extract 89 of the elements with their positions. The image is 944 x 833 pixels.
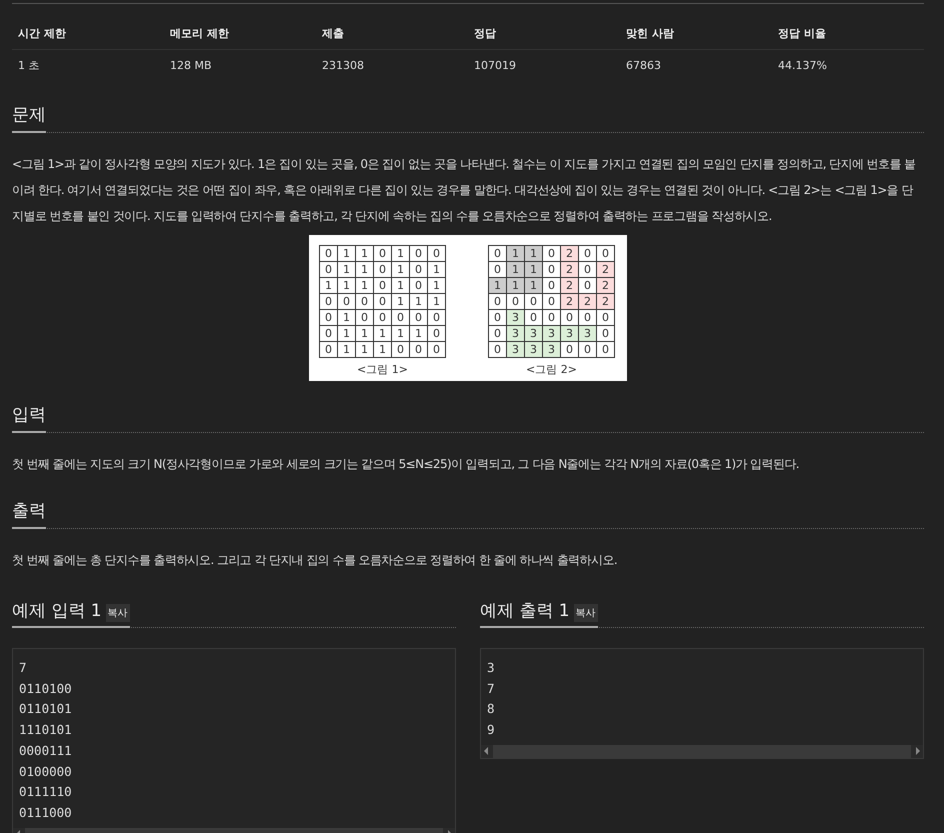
grid-cell: 0: [428, 246, 446, 262]
grid-cell: 0: [488, 294, 506, 310]
copy-button[interactable]: 복사: [574, 604, 598, 622]
grid-cell: 0: [338, 294, 356, 310]
grid-cell: 0: [320, 342, 338, 358]
grid-cell: 0: [410, 310, 428, 326]
grid-cell: 0: [392, 310, 410, 326]
grid-cell: 0: [392, 342, 410, 358]
table-cell: 107019: [468, 50, 620, 81]
code-text: 7 0110100 0110101 1110101 0000111 0100000 0111110 0111000: [18, 659, 73, 822]
column-header: 맞힌 사람: [620, 18, 772, 50]
code-text: 3 7 8 9: [486, 659, 496, 740]
grid-cell: 0: [320, 310, 338, 326]
copy-button[interactable]: 복사: [106, 604, 130, 622]
grid-cell: 1: [356, 326, 374, 342]
sample-heading: 예제 출력 1: [480, 600, 570, 622]
table-cell: 128 MB: [164, 50, 316, 81]
grid-cell: 1: [428, 278, 446, 294]
grid-cell: 1: [338, 246, 356, 262]
grid-cell: 1: [488, 278, 506, 294]
section-heading: 입력: [12, 397, 46, 433]
column-header: 정답 비율: [772, 18, 924, 50]
grid-cell: 1: [392, 246, 410, 262]
grid-cell: 0: [374, 262, 392, 278]
grid-cell: 0: [524, 294, 542, 310]
grid-cell: 0: [560, 342, 578, 358]
grid-cell: 1: [356, 262, 374, 278]
grid-cell: 1: [506, 246, 524, 262]
column-header: 메모리 제한: [164, 18, 316, 50]
grid-cell: 1: [428, 262, 446, 278]
grid-cell: 0: [488, 246, 506, 262]
grid-cell: 1: [356, 246, 374, 262]
grid-cell: 1: [392, 326, 410, 342]
grid-cell: 0: [428, 326, 446, 342]
table-cell: 1 초: [12, 50, 164, 81]
grid-cell: 1: [392, 278, 410, 294]
grid-cell: 0: [410, 278, 428, 294]
grid-cell: 0: [320, 326, 338, 342]
section-text: 첫 번째 줄에는 총 단지수를 출력하시오. 그리고 각 단지내 집의 수를 오름차순으로 정렬하여 한 줄에 하나씩 출력하시오.: [12, 552, 618, 569]
grid-cell: 1: [356, 342, 374, 358]
grid-cell: 0: [410, 342, 428, 358]
scrollbar[interactable]: [481, 744, 923, 758]
grid-cell: 0: [374, 310, 392, 326]
figure-caption: <그림 1>: [357, 362, 408, 377]
section-heading: 출력: [12, 493, 46, 529]
grid-cell: 0: [320, 262, 338, 278]
grid-cell: 0: [596, 326, 614, 342]
grid-cell: 1: [374, 326, 392, 342]
grid-cell: 1: [392, 262, 410, 278]
grid-cell: 0: [356, 294, 374, 310]
grid-cell: 1: [356, 278, 374, 294]
column-header: 정답: [468, 18, 620, 50]
grid-cell: 0: [356, 310, 374, 326]
table-cell: 67863: [620, 50, 772, 81]
grid-cell: 0: [374, 246, 392, 262]
table-cell: 44.137%: [772, 50, 924, 81]
figure-caption: <그림 2>: [526, 362, 577, 377]
grid-cell: 1: [338, 326, 356, 342]
section-text: 첫 번째 줄에는 지도의 크기 N(정사각형이므로 가로와 세로의 크기는 같으며 5≤N≤25)이 입력되고, 그 다음 N줄에는 각각 N개의 자료(0혹은 1)가 입력된다.: [12, 456, 800, 473]
section-heading: 문제: [12, 97, 46, 133]
grid-cell: 1: [338, 342, 356, 358]
grid-cell: 0: [320, 294, 338, 310]
grid-cell: 0: [410, 246, 428, 262]
grid-cell: 0: [410, 262, 428, 278]
table-cell: 231308: [316, 50, 468, 81]
grid-cell: 1: [338, 278, 356, 294]
grid-cell: 1: [410, 326, 428, 342]
grid-cell: 0: [596, 310, 614, 326]
grid-cell: 1: [428, 294, 446, 310]
grid-cell: 2: [560, 246, 578, 262]
grid-cell: 0: [428, 310, 446, 326]
problem-text: <그림 1>과 같이 정사각형 모양의 지도가 있다. 1은 집이 있는 곳을, 0은 집이 없는 곳을 나타낸다. 철수는 이 지도를 가지고 연결된 집의 모임인 단지를 정의하고, 단지에 번호를 붙이려 한다. 여기서 연결되었다는 것은 어떤 집이 좌우, 혹은 아래위로 다른 집이 있는 경우를 말한다. 대각선상에 집이 있는 경우는 연결된 것이 아니다. <그림 2>는 <그림 1>을 단지별로 번호를 붙인 것이다. 지도를 입력하여 단지수를 출력하고, 각 단지에 속하는 집의 수를 오름차순으로 정렬하여 출력하는 프로그램을 작성하시오.: [12, 156, 916, 225]
grid-cell: 0: [374, 294, 392, 310]
column-header: 제출: [316, 18, 468, 50]
grid-cell: 1: [392, 294, 410, 310]
grid-cell: 1: [374, 342, 392, 358]
grid-cell: 0: [320, 246, 338, 262]
sample-heading: 예제 입력 1: [12, 600, 102, 622]
grid-cell: 1: [338, 262, 356, 278]
grid-cell: 1: [524, 246, 542, 262]
grid-cell: 0: [374, 278, 392, 294]
grid-cell: 0: [596, 342, 614, 358]
column-header: 시간 제한: [12, 18, 164, 50]
grid-cell: 1: [320, 278, 338, 294]
grid-cell: 1: [410, 294, 428, 310]
grid-cell: 0: [428, 342, 446, 358]
grid-cell: 0: [578, 246, 596, 262]
grid-cell: 1: [338, 310, 356, 326]
grid-cell: 0: [578, 342, 596, 358]
